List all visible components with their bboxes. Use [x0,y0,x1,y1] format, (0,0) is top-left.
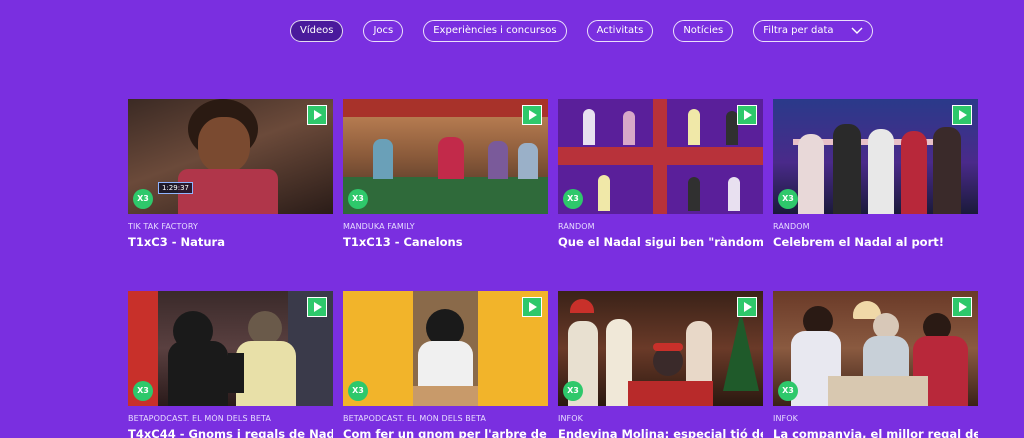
channel-logo: X3 [133,381,153,401]
video-thumbnail[interactable]: X3 [558,99,763,214]
channel-logo: X3 [563,189,583,209]
program-name: MANDUKA FAMILY [343,222,415,231]
program-name: BETAPODCAST. EL MÓN DELS BETA [343,414,486,423]
play-icon [522,297,542,317]
play-icon [737,297,757,317]
filter-activitats[interactable]: Activitats [586,20,654,42]
play-icon [952,297,972,317]
filter-noticies[interactable]: Notícies [673,20,734,42]
video-thumbnail[interactable]: X3 [558,291,763,406]
video-card[interactable]: X3 INFOK La companyia, el millor regal d… [773,291,978,438]
video-thumbnail[interactable]: X3 [343,291,548,406]
play-icon [307,297,327,317]
video-title[interactable]: Com fer un gnom per l'arbre de Nadal [343,427,548,438]
video-title[interactable]: T1xC13 - Canelons [343,235,548,249]
duration-badge: 1:29:37 [158,182,193,194]
video-title[interactable]: Que el Nadal sigui ben "ràndom"! [558,235,763,249]
play-icon [307,105,327,125]
program-name: TIK TAK FACTORY [128,222,198,231]
program-name: BETAPODCAST. EL MÓN DELS BETA [128,414,271,423]
video-card[interactable]: X3 RÀNDOM Celebrem el Nadal al port! [773,99,978,249]
chevron-down-icon [851,27,863,34]
channel-logo: X3 [778,381,798,401]
channel-logo: X3 [348,189,368,209]
video-title[interactable]: La companyia, el millor regal de Nadal [773,427,978,438]
program-name: INFOK [558,414,583,423]
play-icon [737,105,757,125]
filter-jocs[interactable]: Jocs [363,20,404,42]
video-card[interactable]: X3 INFOK Endevina Molina: especial tió d… [558,291,763,438]
video-thumbnail[interactable]: 1:29:37 X3 [128,99,333,214]
program-name: INFOK [773,414,798,423]
play-icon [522,105,542,125]
video-title[interactable]: T4xC44 - Gnoms i regals de Nadal [128,427,333,438]
video-title[interactable]: Celebrem el Nadal al port! [773,235,978,249]
video-thumbnail[interactable]: X3 [128,291,333,406]
channel-logo: X3 [563,381,583,401]
filter-bar: Vídeos Jocs Experiències i concursos Act… [290,20,874,42]
program-name: RÀNDOM [773,222,810,231]
video-card[interactable]: X3 BETAPODCAST. EL MÓN DELS BETA Com fer… [343,291,548,438]
video-card[interactable]: X3 MANDUKA FAMILY T1xC13 - Canelons [343,99,548,249]
program-name: RÀNDOM [558,222,595,231]
date-filter-select[interactable]: Filtra per data [753,20,874,42]
video-title[interactable]: T1xC3 - Natura [128,235,333,249]
video-card[interactable]: X3 BETAPODCAST. EL MÓN DELS BETA T4xC44 … [128,291,333,438]
filter-experiencies[interactable]: Experiències i concursos [423,20,567,42]
video-thumbnail[interactable]: X3 [343,99,548,214]
video-card[interactable]: X3 RÀNDOM Que el Nadal sigui ben "ràndom… [558,99,763,249]
channel-logo: X3 [133,189,153,209]
filter-videos[interactable]: Vídeos [290,20,344,42]
video-grid: 1:29:37 X3 TIK TAK FACTORY T1xC3 - Natur… [128,99,978,438]
play-icon [952,105,972,125]
video-card[interactable]: 1:29:37 X3 TIK TAK FACTORY T1xC3 - Natur… [128,99,333,249]
channel-logo: X3 [778,189,798,209]
video-title[interactable]: Endevina Molina: especial tió de Nadal [558,427,763,438]
date-filter-label: Filtra per data [763,25,834,36]
video-thumbnail[interactable]: X3 [773,291,978,406]
video-thumbnail[interactable]: X3 [773,99,978,214]
channel-logo: X3 [348,381,368,401]
